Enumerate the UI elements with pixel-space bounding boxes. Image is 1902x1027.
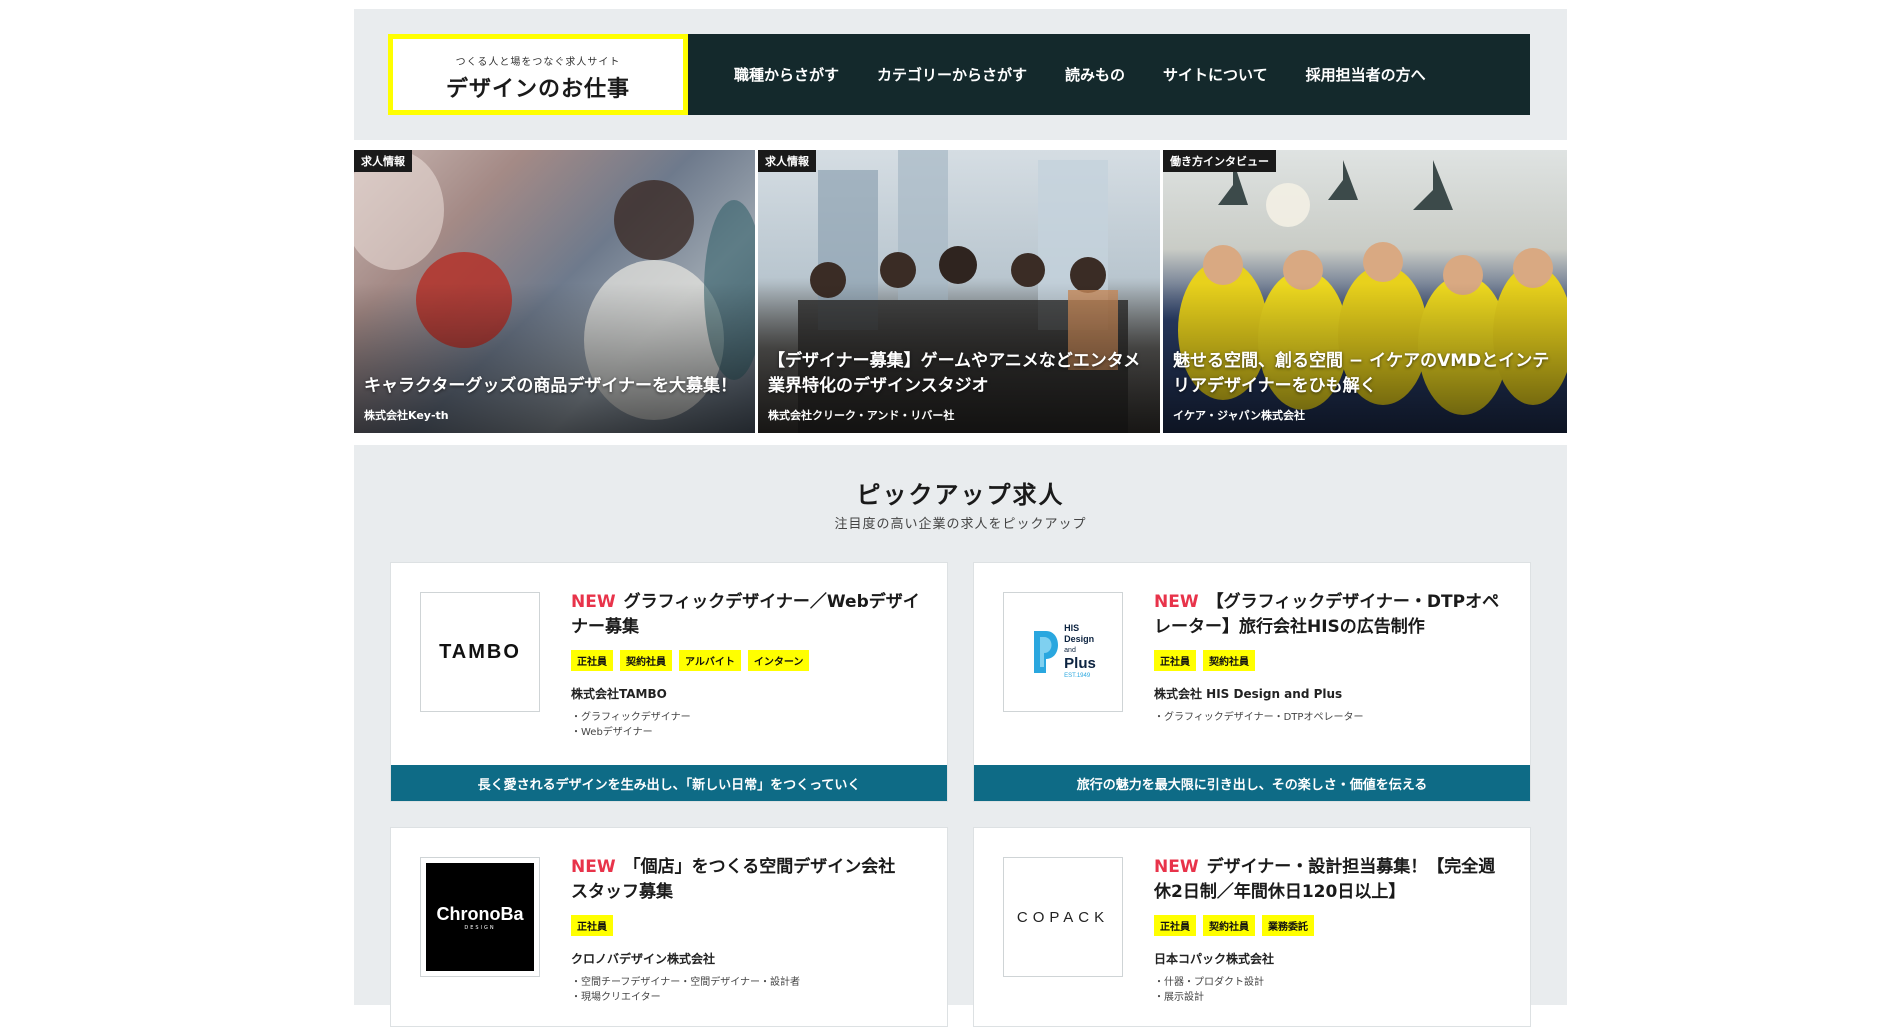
tag: 正社員 bbox=[1154, 650, 1196, 671]
job-roles: ・グラフィックデザイナー ・Webデザイナー bbox=[571, 712, 691, 738]
employment-tags: 正社員 契約社員 bbox=[1154, 650, 1510, 671]
company-name: 株式会社TAMBO bbox=[571, 687, 667, 701]
main-nav: 職種からさがす カテゴリーからさがす 読みもの サイトについて 採用担当者の方へ bbox=[688, 34, 1530, 115]
logo-text: TAMBO bbox=[439, 640, 521, 663]
page-wrapper: つくる人と場をつなぐ求人サイト デザインのお仕事 職種からさがす カテゴリーから… bbox=[354, 9, 1567, 1027]
job-title: NEW グラフィックデザイナー／Webデザイナー募集 bbox=[571, 592, 920, 637]
tag: 正社員 bbox=[1154, 915, 1196, 936]
job-roles: ・グラフィックデザイナー・DTPオペレーター bbox=[1154, 712, 1364, 723]
tag: インターン bbox=[747, 650, 810, 671]
tag: 契約社員 bbox=[1203, 915, 1255, 936]
nav-item-job-type[interactable]: 職種からさがす bbox=[734, 64, 839, 85]
hero-card[interactable]: 働き方インタビュー 魅せる空間、創る空間 − イケアのVMDとインテリアデザイナ… bbox=[1163, 150, 1567, 433]
company-logo: HIS Design and Plus EST.1949 bbox=[1003, 592, 1123, 712]
new-badge: NEW bbox=[571, 592, 616, 612]
his-p-mark-icon bbox=[1034, 631, 1059, 673]
section-subtitle: 注目度の高い企業の求人をピックアップ bbox=[834, 517, 1087, 532]
job-title: NEW 「個店」をつくる空間デザイン会社 スタッフ募集 bbox=[571, 857, 913, 902]
employment-tags: 正社員 契約社員 アルバイト インターン bbox=[571, 650, 927, 671]
logo-tagline: つくる人と場をつなぐ求人サイト bbox=[455, 57, 621, 68]
job-title: NEW 【グラフィックデザイナー・DTPオペレーター】旅行会社HISの広告制作 bbox=[1154, 592, 1500, 637]
new-badge: NEW bbox=[1154, 592, 1199, 612]
tag: アルバイト bbox=[679, 650, 741, 671]
hero-company: 株式会社Key-th bbox=[364, 409, 449, 422]
hero-title: 魅せる空間、創る空間 − イケアのVMDとインテリアデザイナーをひも解く bbox=[1173, 351, 1550, 396]
nav-item-about[interactable]: サイトについて bbox=[1163, 64, 1268, 85]
company-name: 日本コパック株式会社 bbox=[1154, 952, 1275, 966]
job-card[interactable]: ChronoBa DESIGN NEW 「個店」をつくる空間デザイン会社 スタッフ… bbox=[390, 827, 948, 1027]
company-name: クロノバデザイン株式会社 bbox=[571, 952, 716, 966]
company-name: 株式会社 HIS Design and Plus bbox=[1154, 687, 1343, 701]
employment-tags: 正社員 bbox=[571, 915, 927, 936]
job-title: NEW デザイナー・設計担当募集！【完全週休2日制／年間休日120日以上】 bbox=[1154, 857, 1496, 902]
job-catchphrase: 旅行の魅力を最大限に引き出し、その楽しさ・価値を伝える bbox=[974, 765, 1530, 801]
hero-card[interactable]: 求人情報 【デザイナー募集】ゲームやアニメなどエンタメ業界特化のデザインスタジオ… bbox=[758, 150, 1160, 433]
hero-title: キャラクターグッズの商品デザイナーを大募集！ bbox=[364, 376, 737, 396]
nav-item-articles[interactable]: 読みもの bbox=[1065, 64, 1125, 85]
nav-item-category[interactable]: カテゴリーからさがす bbox=[877, 64, 1027, 85]
job-roles: ・什器・プロダクト設計 ・展示設計 bbox=[1154, 977, 1264, 1003]
job-card[interactable]: TAMBO NEW グラフィックデザイナー／Webデザイナー募集 正社員 契約社員… bbox=[390, 562, 948, 802]
hero-carousel: 求人情報 キャラクターグッズの商品デザイナーを大募集！ 株式会社Key-th 求… bbox=[354, 150, 1567, 433]
tag: 契約社員 bbox=[1203, 650, 1255, 671]
section-title: ピックアップ求人 bbox=[856, 481, 1065, 509]
company-logo: TAMBO bbox=[420, 592, 540, 712]
site-logo[interactable]: つくる人と場をつなぐ求人サイト デザインのお仕事 bbox=[388, 34, 688, 115]
hero-company: 株式会社クリーク・アンド・リバー社 bbox=[768, 409, 955, 422]
hero-badge: 求人情報 bbox=[354, 150, 412, 172]
tag: 契約社員 bbox=[620, 650, 672, 671]
job-card[interactable]: COPACK NEW デザイナー・設計担当募集！【完全週休2日制／年間休日120日… bbox=[973, 827, 1531, 1027]
tag: 正社員 bbox=[571, 650, 613, 671]
job-card[interactable]: HIS Design and Plus EST.1949 NEW 【グラフィックデ… bbox=[973, 562, 1531, 802]
company-logo: ChronoBa DESIGN bbox=[420, 857, 540, 977]
hero-company: イケア・ジャパン株式会社 bbox=[1173, 409, 1305, 422]
company-logo: COPACK bbox=[1003, 857, 1123, 977]
logo-title: デザインのお仕事 bbox=[445, 77, 630, 102]
hero-badge: 求人情報 bbox=[758, 150, 816, 172]
site-header: つくる人と場をつなぐ求人サイト デザインのお仕事 職種からさがす カテゴリーから… bbox=[354, 9, 1567, 140]
tag: 業務委託 bbox=[1262, 915, 1314, 936]
job-catchphrase: 長く愛されるデザインを生み出し、「新しい日常」をつくっていく bbox=[391, 765, 947, 801]
hero-badge: 働き方インタビュー bbox=[1163, 150, 1276, 172]
new-badge: NEW bbox=[571, 857, 616, 877]
nav-item-recruiters[interactable]: 採用担当者の方へ bbox=[1306, 64, 1426, 85]
job-roles: ・空間チーフデザイナー・空間デザイナー・設計者 ・現場クリエイター bbox=[571, 977, 800, 1003]
pickup-section: ピックアップ求人 注目度の高い企業の求人をピックアップ TAMBO NEW グラフ… bbox=[354, 445, 1567, 1027]
hero-title: 【デザイナー募集】ゲームやアニメなどエンタメ業界特化のデザインスタジオ bbox=[768, 351, 1141, 396]
hero-card[interactable]: 求人情報 キャラクターグッズの商品デザイナーを大募集！ 株式会社Key-th bbox=[354, 150, 755, 433]
new-badge: NEW bbox=[1154, 857, 1199, 877]
employment-tags: 正社員 契約社員 業務委託 bbox=[1154, 915, 1510, 936]
tag: 正社員 bbox=[571, 915, 613, 936]
